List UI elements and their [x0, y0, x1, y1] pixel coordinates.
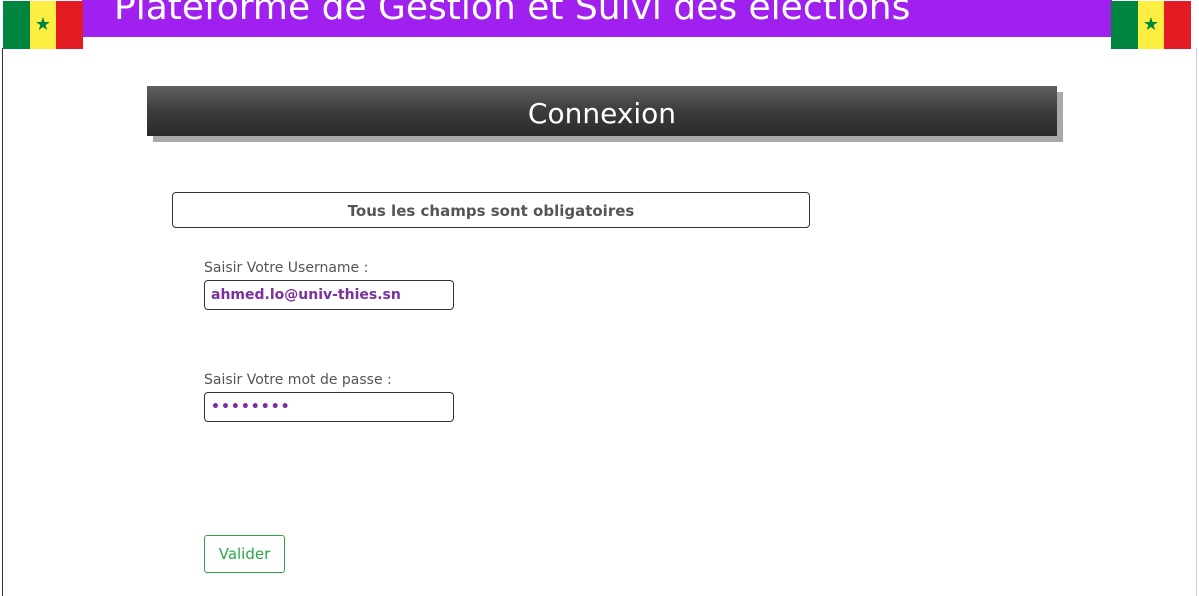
password-input[interactable] [204, 392, 454, 422]
connexion-banner: Connexion [147, 86, 1057, 136]
notice-text: Tous les champs sont obligatoires [347, 202, 635, 220]
star-icon: ★ [1142, 14, 1160, 35]
senegal-flag-right: ★ [1111, 1, 1191, 49]
senegal-flag-left: ★ [3, 1, 83, 49]
page-title: Connexion [527, 96, 677, 130]
required-fields-notice: Tous les champs sont obligatoires [172, 192, 810, 228]
submit-button[interactable]: Valider [204, 535, 285, 573]
header-title: Plateforme de Gestion et Suivi des élect… [114, 0, 911, 28]
password-label: Saisir Votre mot de passe : [204, 372, 392, 388]
page-right-border [1196, 48, 1197, 596]
star-icon: ★ [34, 14, 52, 35]
header-bar: Plateforme de Gestion et Suivi des élect… [82, 0, 1112, 37]
page-left-border [2, 48, 3, 596]
username-label: Saisir Votre Username : [204, 260, 369, 276]
username-input[interactable] [204, 280, 454, 310]
login-page: Plateforme de Gestion et Suivi des élect… [0, 0, 1199, 596]
